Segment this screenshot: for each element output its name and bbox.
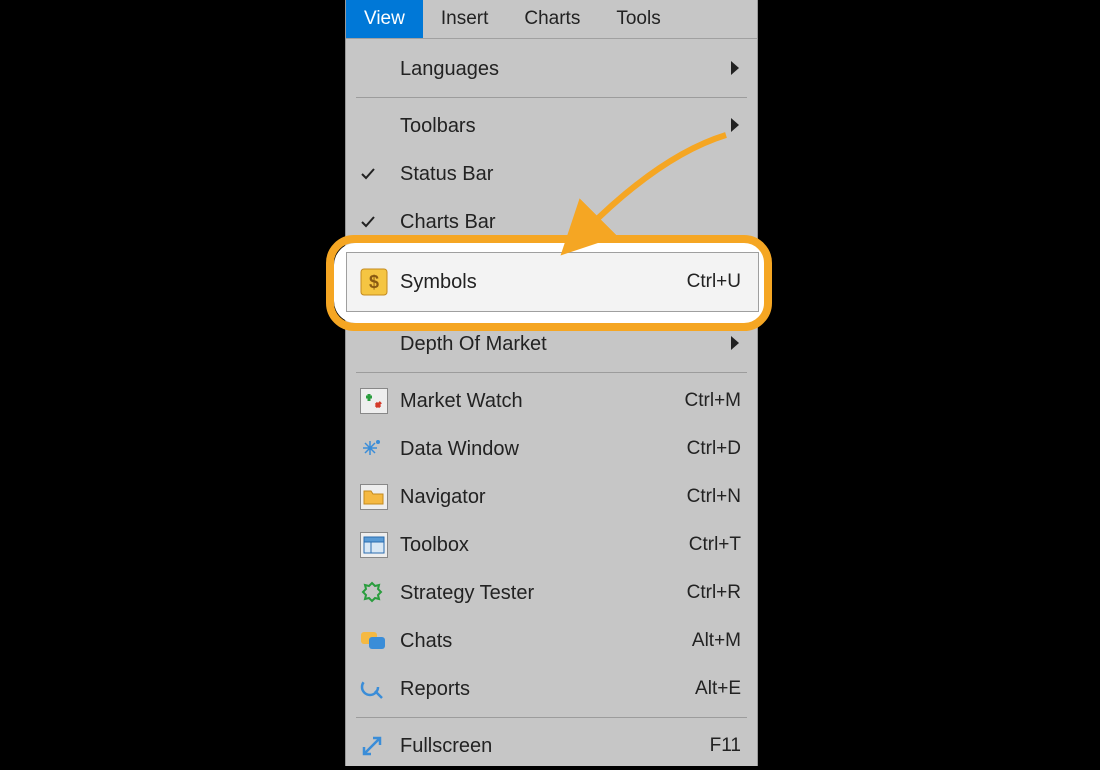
menu-shortcut: Ctrl+U [687,271,741,293]
menu-item-languages[interactable]: Languages [346,45,757,93]
menu-divider [356,372,747,373]
menu-item-status-bar[interactable]: Status Bar [346,150,757,198]
menu-item-data-window[interactable]: Data Window Ctrl+D [346,425,757,473]
menu-label: Toolbars [400,115,731,138]
menu-item-strategy-tester[interactable]: Strategy Tester Ctrl+R [346,569,757,617]
menu-divider [356,97,747,98]
menu-divider [356,717,747,718]
menu-item-toolbox[interactable]: Toolbox Ctrl+T [346,521,757,569]
menu-shortcut: Ctrl+T [689,534,741,556]
menu-label: Fullscreen [400,735,710,758]
menu-label: Chats [400,630,692,653]
menu-item-market-watch[interactable]: Market Watch Ctrl+M [346,377,757,425]
menu-label: Strategy Tester [400,582,687,605]
sparkle-icon [360,437,400,461]
report-icon [360,677,400,701]
menu-label: Charts Bar [400,211,741,234]
menu-label: Depth Of Market [400,333,731,356]
menu-label: Navigator [400,486,687,509]
menubar-item-tools[interactable]: Tools [598,0,678,38]
view-menu-panel: Languages Toolbars Status Bar Charts Bar [346,39,757,770]
menu-item-depth-of-market[interactable]: Depth Of Market [346,320,757,368]
expand-icon [360,734,400,758]
menu-shortcut: Alt+M [692,630,741,652]
menu-item-symbols[interactable]: $ Symbols Ctrl+U [346,252,759,312]
menu-label: Data Window [400,438,687,461]
menu-item-reports[interactable]: Reports Alt+E [346,665,757,713]
menu-shortcut: Ctrl+D [687,438,741,460]
chevron-right-icon [731,58,741,81]
menu-label: Symbols [400,271,687,294]
menu-item-toolbars[interactable]: Toolbars [346,102,757,150]
menu-item-fullscreen[interactable]: Fullscreen F11 [346,722,757,770]
app-window: View Insert Charts Tools Languages Toolb… [345,0,758,766]
menubar-item-view[interactable]: View [346,0,423,38]
menubar-item-insert[interactable]: Insert [423,0,507,38]
menu-label: Market Watch [400,390,685,413]
menu-label: Languages [400,58,731,81]
menu-shortcut: Ctrl+N [687,486,741,508]
checkmark-icon [360,166,400,182]
menu-item-navigator[interactable]: Navigator Ctrl+N [346,473,757,521]
folder-icon [360,484,400,510]
menu-shortcut: Ctrl+R [687,582,741,604]
menu-shortcut: F11 [710,735,741,757]
menu-shortcut: Ctrl+M [685,390,741,412]
chat-icon [360,629,400,653]
chevron-right-icon [731,333,741,356]
menubar: View Insert Charts Tools [346,0,757,39]
gear-badge-icon [360,581,400,605]
menubar-item-charts[interactable]: Charts [506,0,598,38]
toolbox-icon [360,532,400,558]
svg-text:$: $ [369,272,379,292]
checkmark-icon [360,214,400,230]
menu-label: Toolbox [400,534,689,557]
menu-label: Status Bar [400,163,741,186]
chevron-right-icon [731,115,741,138]
dollar-icon: $ [360,268,400,296]
market-watch-icon [360,388,400,414]
menu-shortcut: Alt+E [695,678,741,700]
menu-item-chats[interactable]: Chats Alt+M [346,617,757,665]
menu-item-charts-bar[interactable]: Charts Bar [346,198,757,246]
menu-label: Reports [400,678,695,701]
